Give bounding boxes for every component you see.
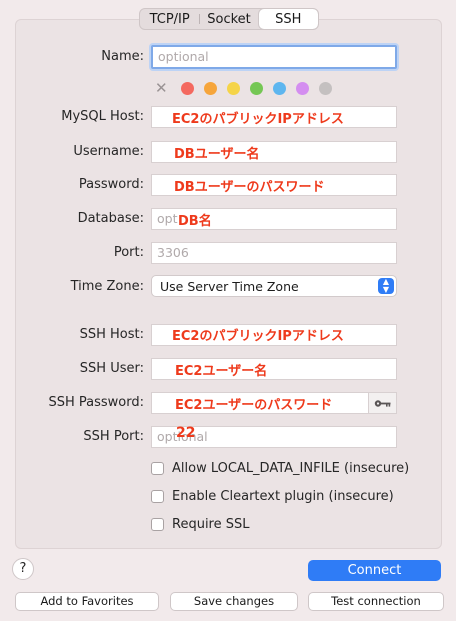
ssh-password-row: SSH Password: EC2ユーザーのパスワード bbox=[0, 391, 456, 415]
ssh-user-annotation: EC2ユーザー名 bbox=[175, 364, 268, 379]
checkbox-label: Allow LOCAL_DATA_INFILE (insecure) bbox=[172, 461, 410, 476]
mysql-host-annotation: EC2のパブリックIPアドレス bbox=[172, 112, 344, 127]
color-tag-picker: ✕ bbox=[155, 79, 332, 97]
checkbox-box[interactable] bbox=[151, 462, 164, 475]
mysql-host-label: MySQL Host: bbox=[61, 109, 144, 124]
port-row: Port: 3306 bbox=[0, 241, 456, 265]
ssh-password-annotation: EC2ユーザーのパスワード bbox=[175, 398, 333, 413]
connect-button[interactable]: Connect bbox=[308, 560, 441, 581]
color-blue[interactable] bbox=[273, 81, 286, 95]
timezone-select[interactable]: Use Server Time Zone ▲ ▼ bbox=[151, 275, 397, 297]
checkbox-box[interactable] bbox=[151, 490, 164, 503]
password-annotation: DBユーザーのパスワード bbox=[174, 180, 325, 195]
username-annotation: DBユーザー名 bbox=[174, 147, 260, 162]
checkbox-label: Enable Cleartext plugin (insecure) bbox=[172, 489, 394, 504]
ssh-host-label: SSH Host: bbox=[79, 327, 144, 342]
ssh-password-label: SSH Password: bbox=[48, 395, 144, 410]
name-row: Name: optional bbox=[0, 45, 456, 69]
database-row: Database: opt DB名 bbox=[0, 207, 456, 231]
tab-socket[interactable]: Socket bbox=[199, 9, 258, 29]
add-to-favorites-button[interactable]: Add to Favorites bbox=[15, 592, 159, 611]
color-yellow[interactable] bbox=[227, 81, 240, 95]
clear-color-icon[interactable]: ✕ bbox=[155, 79, 168, 97]
color-green[interactable] bbox=[250, 81, 263, 95]
color-purple[interactable] bbox=[296, 81, 309, 95]
require-ssl-checkbox[interactable]: Require SSL bbox=[151, 517, 250, 532]
cleartext-plugin-checkbox[interactable]: Enable Cleartext plugin (insecure) bbox=[151, 489, 394, 504]
username-label: Username: bbox=[73, 144, 144, 159]
timezone-value: Use Server Time Zone bbox=[160, 279, 299, 294]
port-label: Port: bbox=[113, 245, 144, 260]
name-label: Name: bbox=[101, 49, 144, 64]
color-orange[interactable] bbox=[204, 81, 217, 95]
name-field[interactable]: optional bbox=[151, 45, 397, 69]
timezone-row: Time Zone: Use Server Time Zone ▲ ▼ bbox=[0, 275, 456, 299]
ssh-key-button[interactable] bbox=[368, 392, 397, 414]
ssh-port-row: SSH Port: optional 22 bbox=[0, 425, 456, 449]
port-field[interactable]: 3306 bbox=[151, 242, 397, 264]
allow-local-infile-checkbox[interactable]: Allow LOCAL_DATA_INFILE (insecure) bbox=[151, 461, 409, 476]
ssh-host-row: SSH Host: EC2のパブリックIPアドレス bbox=[0, 323, 456, 347]
timezone-label: Time Zone: bbox=[70, 279, 144, 294]
test-connection-button[interactable]: Test connection bbox=[308, 592, 444, 611]
checkbox-box[interactable] bbox=[151, 518, 164, 531]
connection-type-tabs: TCP/IP Socket SSH bbox=[139, 8, 319, 30]
color-gray[interactable] bbox=[319, 81, 332, 95]
ssh-port-annotation: 22 bbox=[176, 425, 196, 441]
username-row: Username: DBユーザー名 bbox=[0, 140, 456, 164]
chevron-updown-icon: ▲ ▼ bbox=[378, 278, 394, 294]
color-red[interactable] bbox=[181, 81, 194, 95]
help-button[interactable]: ? bbox=[12, 558, 34, 580]
tab-ssh[interactable]: SSH bbox=[258, 9, 318, 29]
ssh-port-label: SSH Port: bbox=[83, 429, 144, 444]
checkbox-label: Require SSL bbox=[172, 517, 250, 532]
key-icon bbox=[374, 399, 390, 407]
database-annotation: DB名 bbox=[178, 214, 212, 229]
mysql-host-row: MySQL Host: EC2のパブリックIPアドレス bbox=[0, 105, 456, 129]
password-label: Password: bbox=[78, 177, 144, 192]
save-changes-button[interactable]: Save changes bbox=[170, 592, 298, 611]
ssh-user-row: SSH User: EC2ユーザー名 bbox=[0, 357, 456, 381]
ssh-host-annotation: EC2のパブリックIPアドレス bbox=[172, 329, 344, 344]
tab-tcpip[interactable]: TCP/IP bbox=[140, 9, 199, 29]
database-label: Database: bbox=[77, 211, 144, 226]
ssh-user-label: SSH User: bbox=[79, 361, 144, 376]
password-row: Password: DBユーザーのパスワード bbox=[0, 173, 456, 197]
